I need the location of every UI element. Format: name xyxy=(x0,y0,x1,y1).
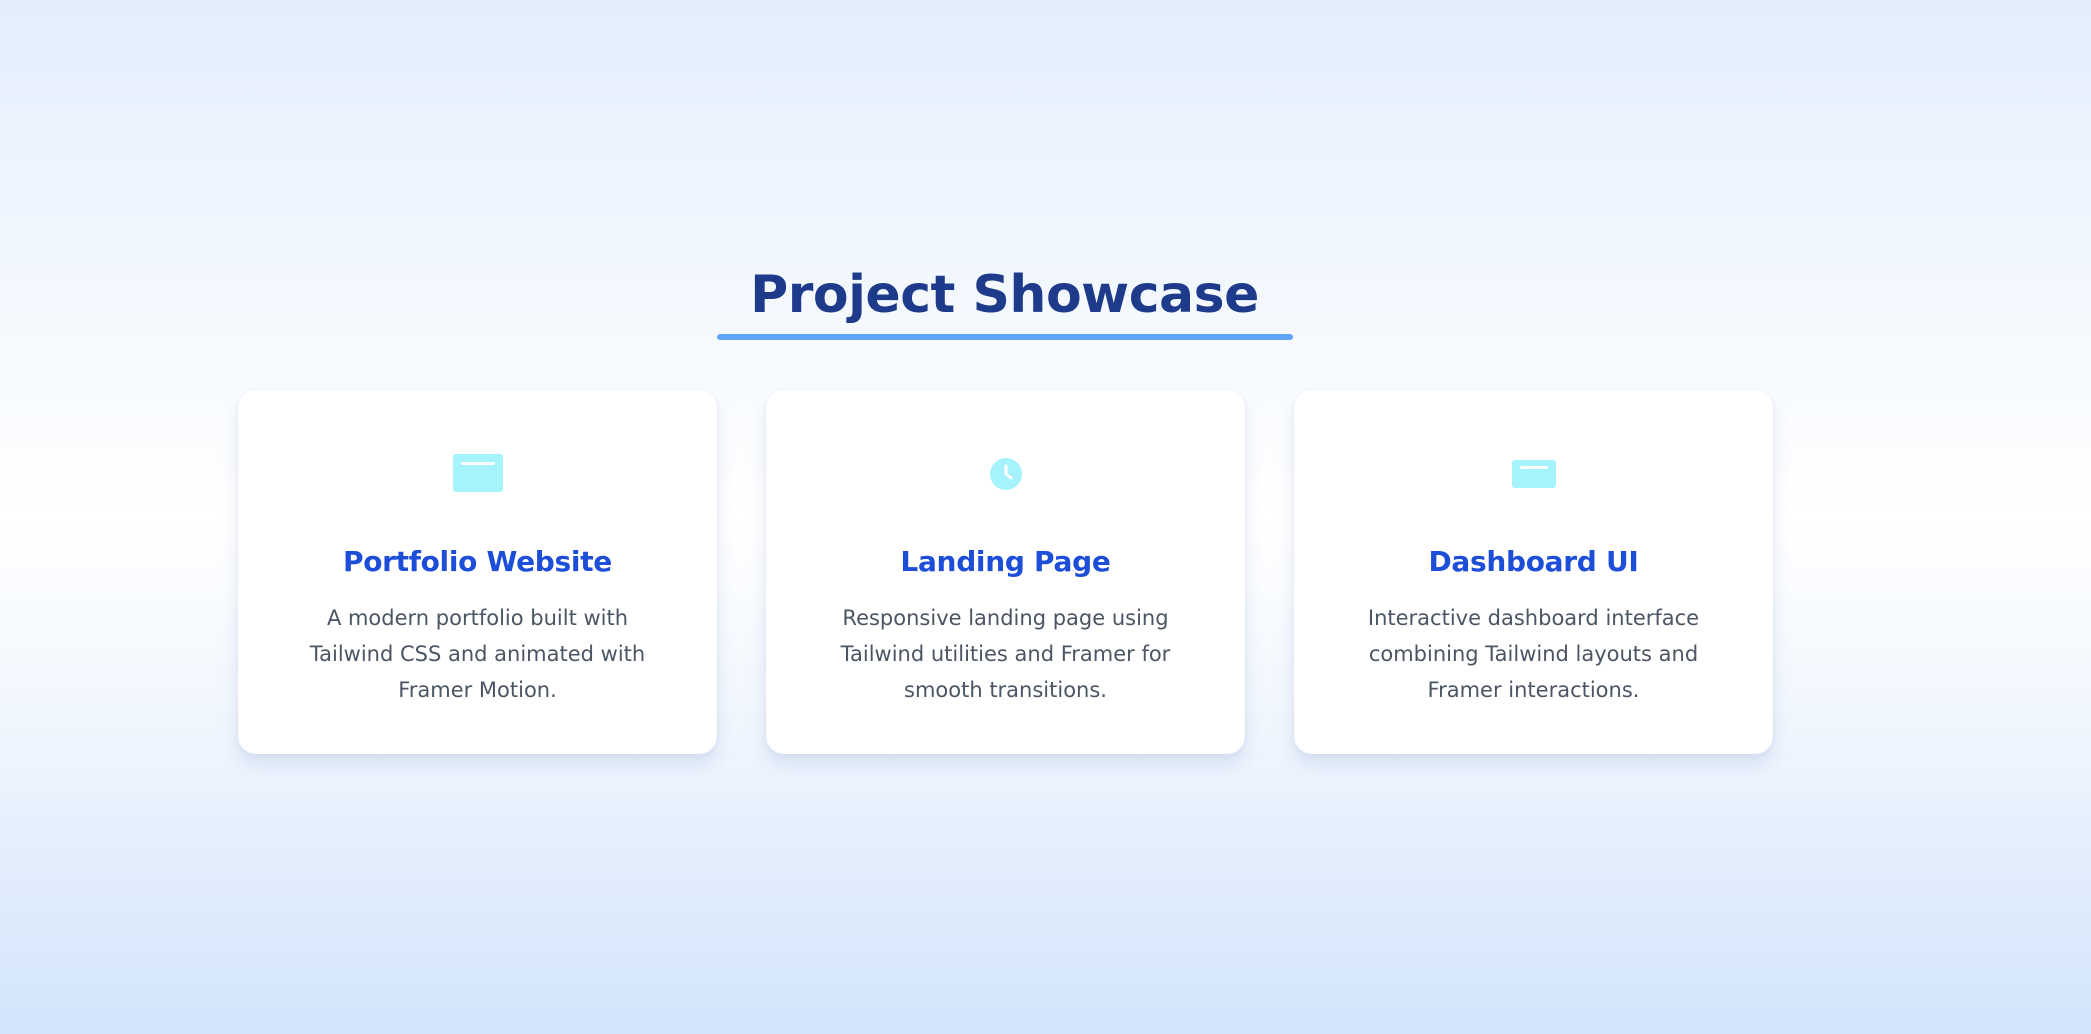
card-description: A modern portfolio built with Tailwind C… xyxy=(309,606,646,702)
title-underline xyxy=(717,334,1293,340)
project-showcase-section: Project Showcase Portfolio Website A mod… xyxy=(0,0,2091,1034)
card-title: Portfolio Website xyxy=(342,545,612,578)
card-title: Dashboard UI xyxy=(1428,545,1639,578)
project-card-landing[interactable]: Landing Page Responsive landing page usi… xyxy=(766,390,1245,754)
browser-window-icon xyxy=(238,454,717,494)
card-description: Interactive dashboard interface combinin… xyxy=(1367,606,1700,702)
card-title: Landing Page xyxy=(900,545,1111,578)
clock-icon xyxy=(766,454,1245,494)
dashboard-panel-icon xyxy=(1294,454,1773,494)
page-title: Project Showcase xyxy=(750,265,1259,325)
project-card-portfolio[interactable]: Portfolio Website A modern portfolio bui… xyxy=(238,390,717,754)
card-description: Responsive landing page using Tailwind u… xyxy=(840,606,1171,702)
project-card-dashboard[interactable]: Dashboard UI Interactive dashboard inter… xyxy=(1294,390,1773,754)
